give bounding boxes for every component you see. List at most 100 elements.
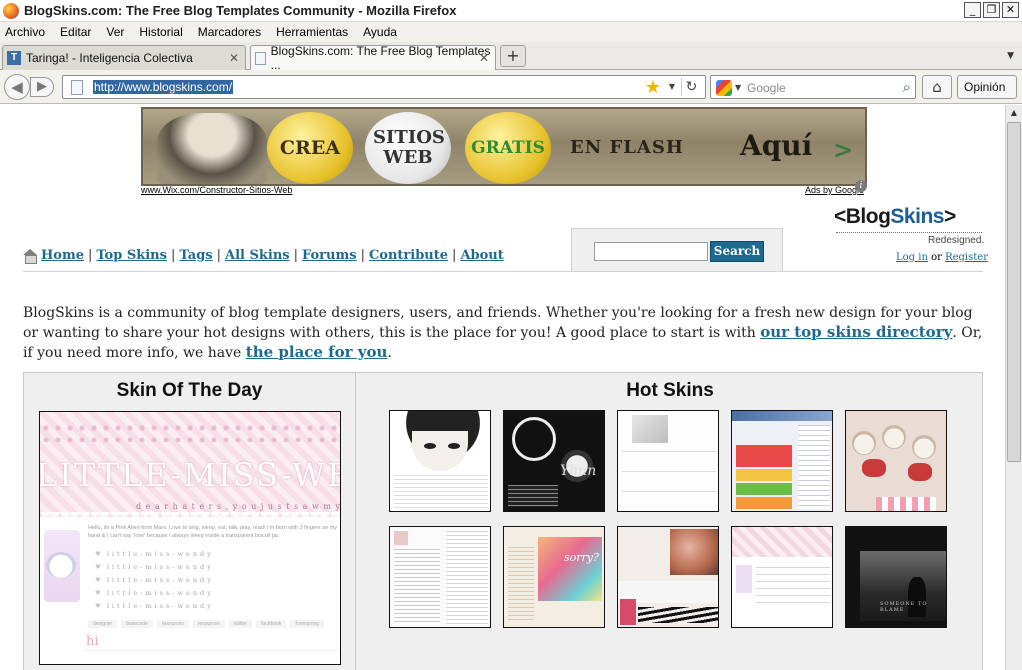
- skin-of-the-day-preview[interactable]: LITTLE-MISS-WENDY d e a r h a t e r s , …: [39, 411, 341, 665]
- google-icon[interactable]: [716, 80, 732, 96]
- url-text[interactable]: http://www.blogskins.com/: [93, 80, 234, 94]
- thumb-text-lines: [508, 485, 558, 507]
- menu-bar: Archivo Editar Ver Historial Marcadores …: [0, 22, 1022, 42]
- close-button[interactable]: ✕: [1002, 2, 1019, 18]
- thumb-roses-photo: [670, 529, 718, 575]
- register-link[interactable]: Register: [945, 252, 988, 263]
- hot-skin-thumbnail-10[interactable]: SOMEONE TO BLAME: [845, 526, 947, 628]
- menu-historial[interactable]: Historial: [139, 25, 182, 39]
- thumb-sidebar: [736, 565, 752, 593]
- bookmark-star-icon[interactable]: ★: [645, 77, 661, 98]
- close-tab-icon[interactable]: ✕: [229, 51, 239, 65]
- menu-ver[interactable]: Ver: [106, 25, 124, 39]
- close-tab-icon[interactable]: ✕: [479, 51, 489, 65]
- blogskins-logo[interactable]: <BlogSkins>: [834, 205, 956, 229]
- reload-icon[interactable]: ↻: [681, 78, 701, 96]
- login-link[interactable]: Log in: [896, 252, 928, 263]
- opinion-label: Opinión: [964, 80, 1006, 94]
- search-engine-dropdown-icon[interactable]: ▼: [735, 83, 741, 92]
- nav-top-skins[interactable]: Top Skins: [96, 248, 167, 263]
- place-for-you-link[interactable]: the place for you: [246, 343, 388, 361]
- scroll-up-icon[interactable]: ▲: [1006, 105, 1022, 121]
- vertical-scrollbar[interactable]: ▲: [1005, 105, 1022, 670]
- hot-skin-thumbnail-5[interactable]: [845, 410, 947, 512]
- new-tab-button[interactable]: +: [500, 45, 526, 67]
- sotd-tag: twitter: [228, 620, 253, 628]
- thumb-pattern: [876, 497, 936, 511]
- tab-blogskins[interactable]: BlogSkins.com: The Free Blog Templates .…: [250, 44, 496, 72]
- scroll-thumb[interactable]: [1007, 122, 1021, 462]
- thumb-scribble: [638, 607, 718, 623]
- sotd-tag: basecode: [121, 620, 153, 628]
- nav-about[interactable]: About: [460, 248, 503, 263]
- thumb-script-text: Yhun: [560, 463, 597, 479]
- hot-skin-thumbnail-4[interactable]: [731, 410, 833, 512]
- nav-all-skins[interactable]: All Skins: [225, 248, 290, 263]
- hot-skin-thumbnail-3[interactable]: [617, 410, 719, 512]
- top-skins-directory-link[interactable]: our top skins directory: [760, 323, 952, 341]
- nav-divider: [23, 271, 983, 272]
- hot-skin-thumbnail-1[interactable]: [389, 410, 491, 512]
- sotd-link-5: little-miss-wendy: [95, 602, 214, 610]
- hot-skin-thumbnail-7[interactable]: sorry?: [503, 526, 605, 628]
- forward-button[interactable]: ▶: [30, 77, 54, 97]
- thumb-text-lines: [394, 475, 488, 509]
- menu-herramientas[interactable]: Herramientas: [276, 25, 348, 39]
- thumb-red-bear: [862, 459, 886, 477]
- hot-skin-thumbnail-8[interactable]: [617, 526, 719, 628]
- page-viewport: CREA SITIOS WEB GRATIS EN FLASH Aquí > w…: [0, 105, 1005, 670]
- sotd-blog-subtitle: d e a r h a t e r s , y o u j u s t s a …: [136, 502, 341, 511]
- site-search-box: Search: [571, 228, 783, 271]
- ad-banner[interactable]: CREA SITIOS WEB GRATIS EN FLASH Aquí >: [141, 107, 867, 186]
- site-search-button[interactable]: Search: [710, 241, 764, 262]
- hot-skin-thumbnail-2[interactable]: Yhun: [503, 410, 605, 512]
- sotd-tag: facebook: [256, 620, 287, 628]
- home-button[interactable]: ⌂: [922, 75, 952, 99]
- nav-home[interactable]: Home: [41, 248, 84, 263]
- sotd-tag: formspring: [290, 620, 325, 628]
- ad-bubble-gratis: GRATIS: [465, 112, 551, 184]
- thumb-red-bear: [908, 463, 932, 481]
- thumb-sidebar: [798, 425, 830, 509]
- logo-divider: [836, 232, 982, 233]
- ad-flash-text: EN FLASH: [570, 137, 684, 158]
- tab-taringa[interactable]: T Taringa! - Inteligencia Colectiva ✕: [2, 45, 246, 70]
- restore-button[interactable]: ❐: [983, 2, 1000, 18]
- nav-contribute[interactable]: Contribute: [369, 248, 448, 263]
- search-icon[interactable]: ⌕: [903, 78, 911, 96]
- thumb-eye-right: [448, 443, 460, 449]
- back-button[interactable]: ◀: [4, 74, 30, 100]
- thumb-circle: [512, 417, 556, 461]
- opinion-button[interactable]: Opinión ▼: [957, 75, 1017, 115]
- logo-skins: Skins: [890, 205, 944, 228]
- url-bar[interactable]: http://www.blogskins.com/ ★ ▼ ↻: [62, 75, 706, 99]
- hot-skin-thumbnail-9[interactable]: [731, 526, 833, 628]
- logo-blog: Blog: [845, 205, 891, 228]
- ad-bubble-sitios-text: SITIOS WEB: [373, 127, 445, 168]
- thumb-yellow-block: [736, 469, 792, 481]
- ad-url-link[interactable]: www.Wix.com/Constructor-Sitios-Web: [141, 185, 292, 195]
- site-search-input[interactable]: [594, 242, 708, 261]
- thumb-rule: [622, 471, 716, 472]
- menu-marcadores[interactable]: Marcadores: [198, 25, 261, 39]
- thumb-caption: SOMEONE TO BLAME: [880, 601, 928, 613]
- tagline: Redesigned.: [928, 235, 985, 246]
- sotd-hi-text: hi: [86, 634, 99, 649]
- sotd-tag: resources: [192, 620, 225, 628]
- hot-skin-thumbnail-6[interactable]: [389, 526, 491, 628]
- list-all-tabs-icon[interactable]: ▼: [1007, 51, 1014, 61]
- ad-bubble-crea: CREA: [267, 112, 353, 184]
- thumb-avatar: [394, 531, 408, 545]
- search-bar[interactable]: ▼ Google ⌕: [710, 75, 916, 99]
- thumb-red-block: [736, 445, 792, 467]
- menu-editar[interactable]: Editar: [60, 25, 91, 39]
- page-icon: [71, 80, 83, 95]
- nav-forums[interactable]: Forums: [302, 248, 357, 263]
- minimize-button[interactable]: _: [964, 2, 981, 18]
- url-dropdown-icon[interactable]: ▼: [669, 82, 675, 91]
- menu-archivo[interactable]: Archivo: [5, 25, 45, 39]
- menu-ayuda[interactable]: Ayuda: [363, 25, 397, 39]
- thumb-bear: [912, 435, 936, 459]
- ad-info-icon[interactable]: i: [855, 180, 867, 192]
- nav-tags[interactable]: Tags: [179, 248, 212, 263]
